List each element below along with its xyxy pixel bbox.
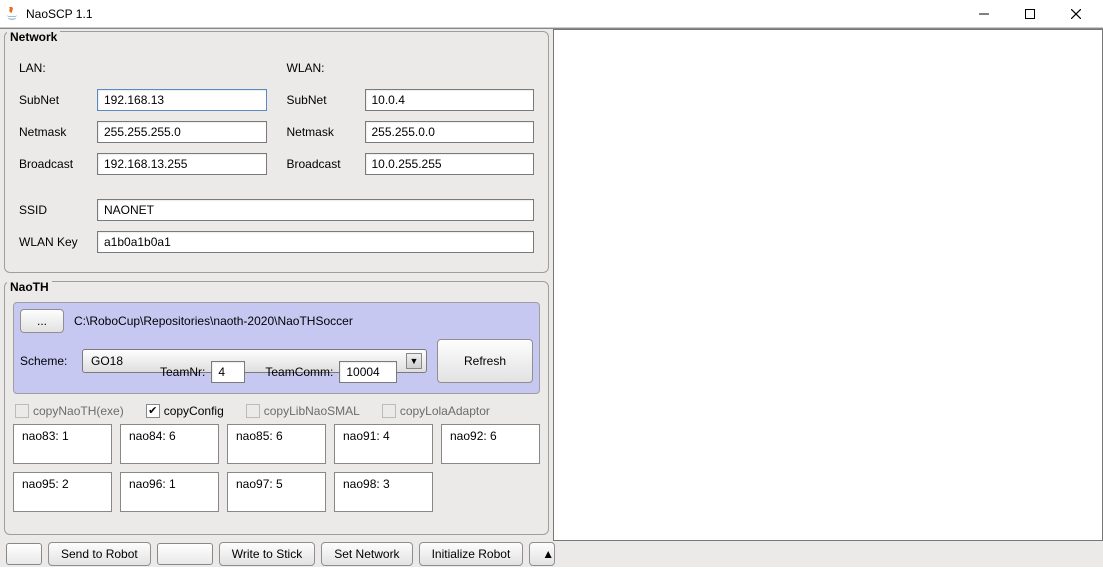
copy-lib-check[interactable]: copyLibNaoSMAL	[246, 404, 360, 418]
close-button[interactable]	[1053, 0, 1099, 28]
browse-button[interactable]: ...	[20, 309, 64, 333]
robot-cell[interactable]: nao85: 6	[227, 424, 326, 464]
wlan-netmask-label: Netmask	[287, 125, 365, 139]
empty-slot[interactable]	[157, 543, 213, 565]
wlan-heading: WLAN:	[287, 61, 365, 75]
log-pane[interactable]	[553, 29, 1103, 541]
robot-cell[interactable]: nao95: 2	[13, 472, 112, 512]
initialize-robot-button[interactable]: Initialize Robot	[419, 542, 524, 566]
teamnr-label: TeamNr:	[160, 365, 205, 379]
expand-up-button[interactable]: ▲	[529, 542, 555, 566]
wlankey-input[interactable]	[97, 231, 534, 253]
refresh-button[interactable]: Refresh	[437, 339, 533, 383]
lan-netmask-label: Netmask	[19, 125, 97, 139]
copy-naoth-check[interactable]: copyNaoTH(exe)	[15, 404, 124, 418]
wlan-broadcast-input[interactable]	[365, 153, 535, 175]
robot-cell[interactable]: nao83: 1	[13, 424, 112, 464]
minimize-button[interactable]	[961, 0, 1007, 28]
checkbox-icon	[15, 404, 29, 418]
teamcomm-input[interactable]	[339, 361, 397, 383]
scheme-label: Scheme:	[20, 354, 74, 368]
robot-cell[interactable]: nao98: 3	[334, 472, 433, 512]
java-app-icon	[4, 6, 20, 22]
copy-lola-check[interactable]: copyLolaAdaptor	[382, 404, 490, 418]
naoth-config-panel: ... C:\RoboCup\Repositories\naoth-2020\N…	[13, 302, 540, 394]
robot-cell[interactable]: nao97: 5	[227, 472, 326, 512]
naoth-title: NaoTH	[7, 280, 52, 294]
lan-subnet-input[interactable]	[97, 89, 267, 111]
teamnr-input[interactable]	[211, 361, 245, 383]
robot-cell[interactable]: nao91: 4	[334, 424, 433, 464]
checkbox-icon: ✔	[146, 404, 160, 418]
network-group: Network LAN: SubNet Netmask	[4, 31, 549, 273]
titlebar: NaoSCP 1.1	[0, 0, 1103, 28]
robot-cell[interactable]: nao96: 1	[120, 472, 219, 512]
repo-path: C:\RoboCup\Repositories\naoth-2020\NaoTH…	[74, 314, 353, 328]
scheme-value: GO18	[91, 354, 123, 368]
bottom-toolbar: Send to Robot Write to Stick Set Network…	[0, 541, 1103, 567]
maximize-button[interactable]	[1007, 0, 1053, 28]
left-pane: Network LAN: SubNet Netmask	[0, 29, 553, 541]
window-title: NaoSCP 1.1	[26, 7, 93, 21]
copy-config-check[interactable]: ✔ copyConfig	[146, 404, 224, 418]
checkbox-icon	[246, 404, 260, 418]
network-title: Network	[7, 30, 60, 44]
wlan-subnet-label: SubNet	[287, 93, 365, 107]
send-to-robot-button[interactable]: Send to Robot	[48, 542, 151, 566]
lan-broadcast-input[interactable]	[97, 153, 267, 175]
lan-broadcast-label: Broadcast	[19, 157, 97, 171]
lan-heading: LAN:	[19, 61, 97, 75]
write-to-stick-button[interactable]: Write to Stick	[219, 542, 315, 566]
robot-cell[interactable]: nao84: 6	[120, 424, 219, 464]
set-network-button[interactable]: Set Network	[321, 542, 412, 566]
robot-grid: nao83: 1 nao84: 6 nao85: 6 nao91: 4 nao9…	[13, 424, 540, 512]
ssid-label: SSID	[19, 203, 97, 217]
empty-slot[interactable]	[6, 543, 42, 565]
wlan-subnet-input[interactable]	[365, 89, 535, 111]
wlan-netmask-input[interactable]	[365, 121, 535, 143]
ssid-input[interactable]	[97, 199, 534, 221]
teamcomm-label: TeamComm:	[265, 365, 333, 379]
naoth-group: NaoTH ... C:\RoboCup\Repositories\naoth-…	[4, 281, 549, 535]
checkbox-icon	[382, 404, 396, 418]
wlan-broadcast-label: Broadcast	[287, 157, 365, 171]
lan-subnet-label: SubNet	[19, 93, 97, 107]
lan-netmask-input[interactable]	[97, 121, 267, 143]
wlankey-label: WLAN Key	[19, 235, 97, 249]
robot-cell[interactable]: nao92: 6	[441, 424, 540, 464]
chevron-down-icon: ▼	[406, 353, 422, 369]
